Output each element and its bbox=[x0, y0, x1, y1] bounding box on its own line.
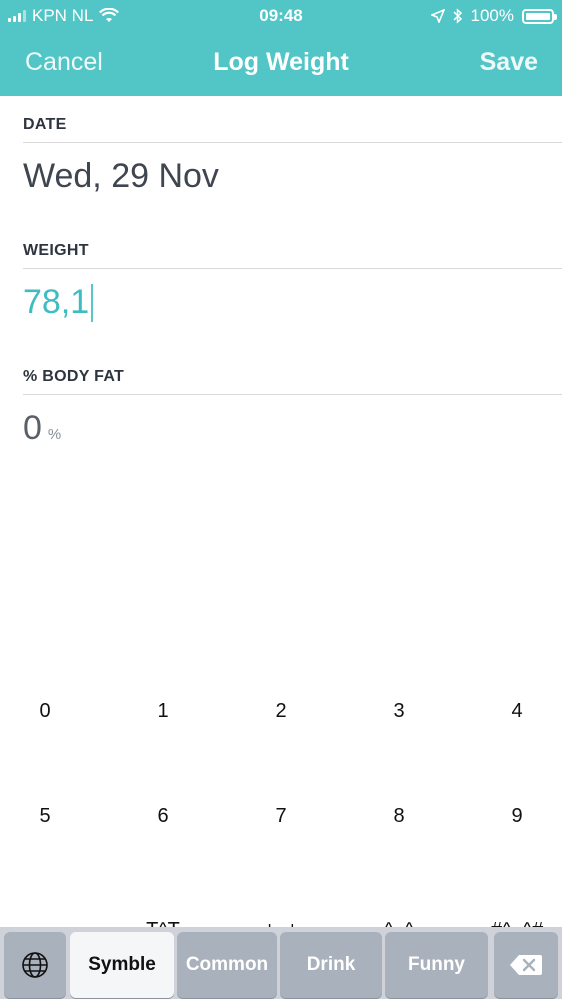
date-label: DATE bbox=[23, 116, 67, 133]
divider bbox=[23, 142, 562, 143]
body-fat-unit: % bbox=[47, 426, 62, 443]
tab-funny[interactable]: Funny bbox=[385, 932, 488, 998]
tab-symble[interactable]: Symble bbox=[70, 932, 174, 998]
tab-drink[interactable]: Drink bbox=[280, 932, 382, 998]
backspace-button[interactable] bbox=[494, 932, 558, 998]
body-fat-input[interactable]: 0 % bbox=[23, 409, 562, 448]
divider bbox=[23, 394, 562, 395]
app-header: KPN NL 09:48 100% Cancel Log Weight Save bbox=[0, 0, 562, 96]
globe-button[interactable] bbox=[4, 932, 66, 998]
key-0[interactable]: 0 bbox=[5, 700, 85, 723]
key-6[interactable]: 6 bbox=[123, 805, 203, 828]
body-fat-section: % BODY FAT 0 % bbox=[23, 368, 562, 448]
emoji-keyboard: 0 1 2 3 4 5 6 7 8 9 bbox=[0, 700, 562, 910]
key-9[interactable]: 9 bbox=[477, 805, 557, 828]
key-8[interactable]: 8 bbox=[359, 805, 439, 828]
date-field[interactable]: Wed, 29 Nov bbox=[23, 157, 562, 196]
key-2[interactable]: 2 bbox=[241, 700, 321, 723]
key-1[interactable]: 1 bbox=[123, 700, 203, 723]
battery-percent: 100% bbox=[470, 6, 514, 25]
body-fat-value: 0 bbox=[23, 409, 42, 447]
page-title: Log Weight bbox=[213, 48, 349, 76]
body-fat-label: % BODY FAT bbox=[23, 368, 125, 385]
location-arrow-icon bbox=[430, 9, 445, 23]
weight-label: WEIGHT bbox=[23, 242, 89, 259]
divider bbox=[23, 268, 562, 269]
key-3[interactable]: 3 bbox=[359, 700, 439, 723]
weight-section: WEIGHT 78,1 bbox=[23, 242, 562, 322]
text-caret bbox=[91, 283, 94, 322]
tab-common[interactable]: Common bbox=[177, 932, 277, 998]
key-5[interactable]: 5 bbox=[5, 805, 85, 828]
weight-input[interactable]: 78,1 bbox=[23, 283, 562, 322]
keyboard-category-bar: Symble Common Drink Funny bbox=[0, 927, 562, 999]
key-4[interactable]: 4 bbox=[477, 700, 557, 723]
battery-icon bbox=[522, 8, 557, 24]
globe-icon bbox=[22, 952, 48, 978]
date-section: DATE Wed, 29 Nov bbox=[23, 116, 562, 196]
nav-bar: Cancel Log Weight Save bbox=[0, 32, 562, 96]
keyboard-row: 0 1 2 3 4 bbox=[0, 700, 562, 805]
bluetooth-icon bbox=[452, 8, 462, 24]
status-bar: KPN NL 09:48 100% bbox=[0, 0, 562, 32]
key-7[interactable]: 7 bbox=[241, 805, 321, 828]
backspace-icon bbox=[510, 955, 542, 975]
weight-value: 78,1 bbox=[23, 283, 90, 321]
save-button[interactable]: Save bbox=[480, 48, 538, 77]
keyboard-row: 5 6 7 8 9 bbox=[0, 805, 562, 910]
